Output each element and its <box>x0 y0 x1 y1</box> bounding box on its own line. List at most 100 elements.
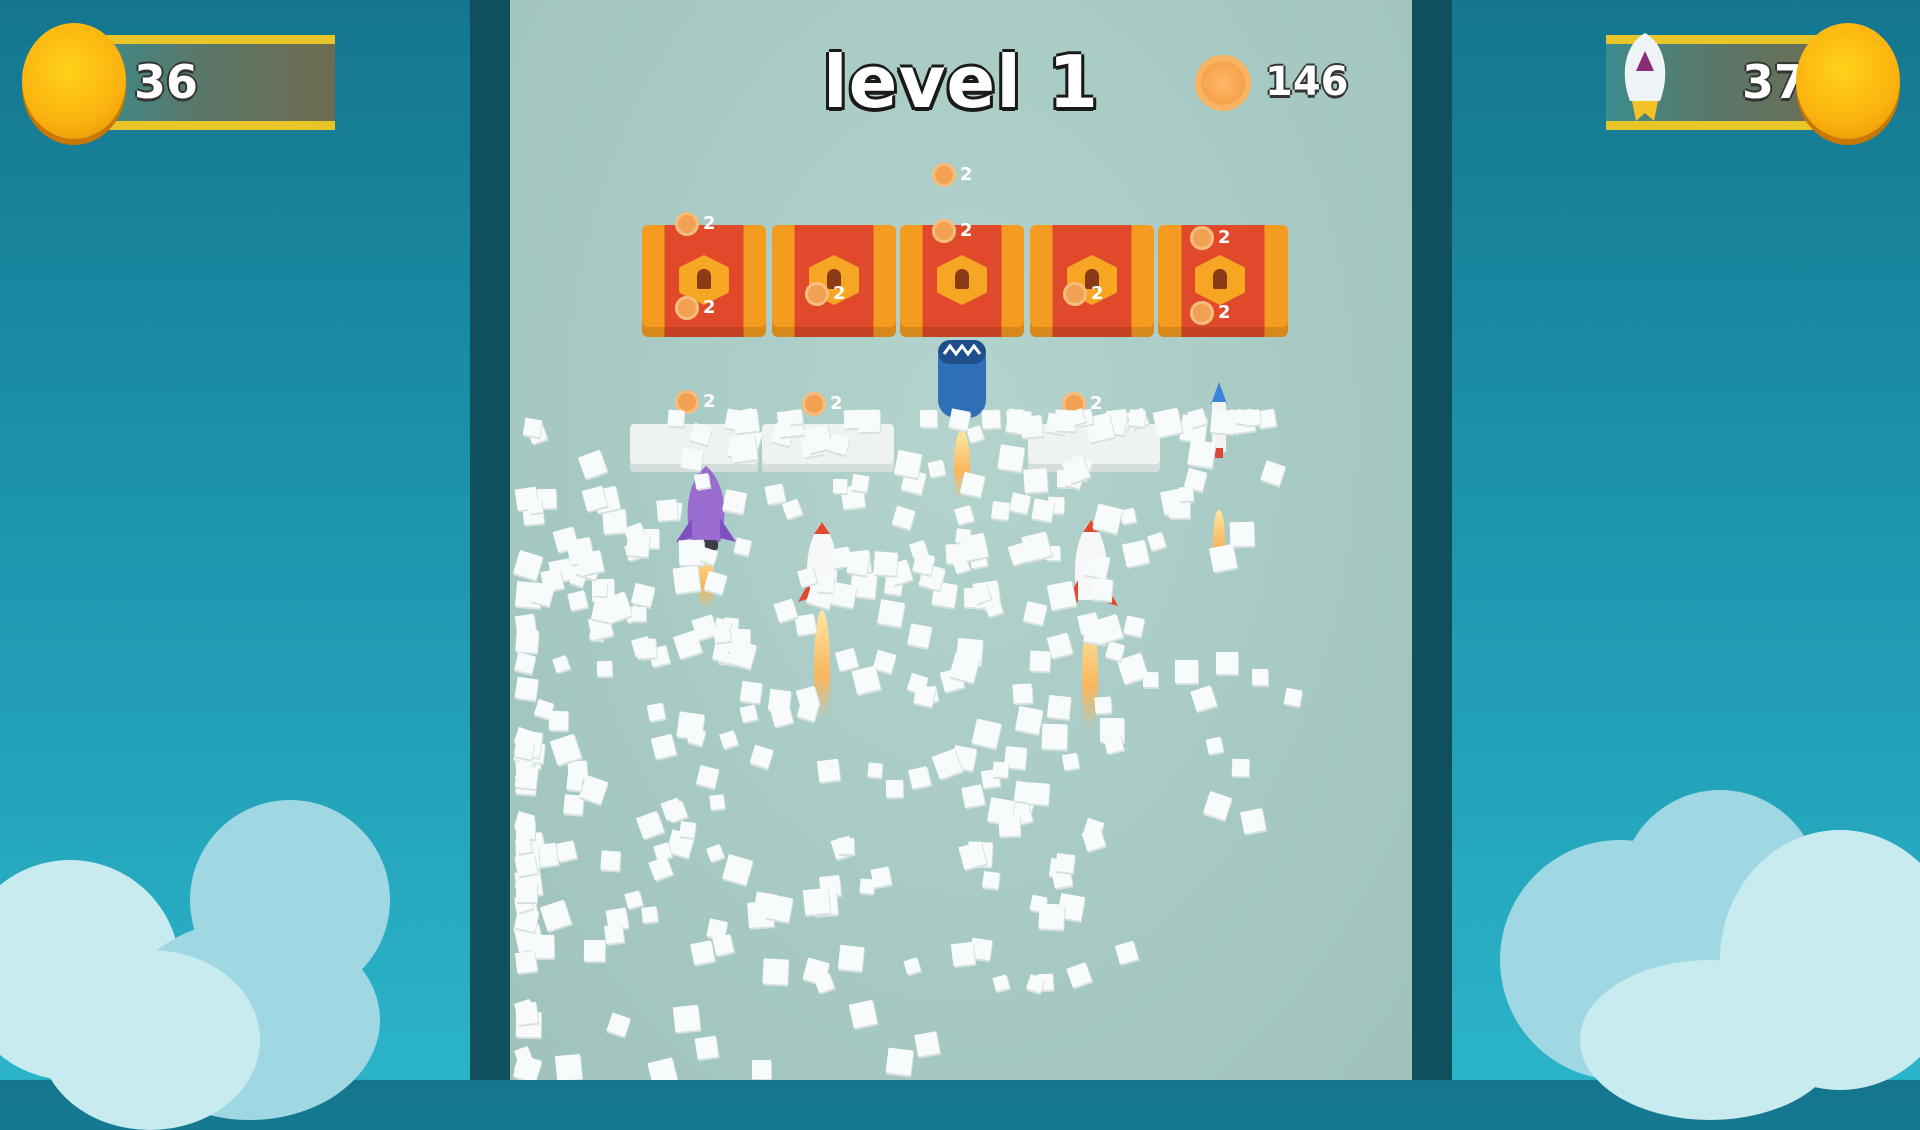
debris-cube <box>907 623 932 649</box>
debris-cube <box>641 906 658 924</box>
debris-cube <box>630 582 656 607</box>
debris-cube <box>1187 439 1217 468</box>
debris-cube <box>786 409 803 425</box>
locked-block[interactable] <box>1030 225 1154 337</box>
debris-cube <box>1178 486 1194 502</box>
debris-cube <box>998 814 1021 837</box>
coin-icon <box>1190 301 1214 325</box>
debris-cube <box>981 409 1001 429</box>
debris-cube <box>1123 615 1145 637</box>
left-rail <box>470 0 510 1080</box>
debris-cube <box>816 759 841 783</box>
debris-cube <box>555 840 577 863</box>
lock-icon <box>937 255 987 305</box>
debris-cube <box>1055 853 1076 874</box>
debris-cube <box>516 819 535 839</box>
debris-cube <box>769 704 794 728</box>
debris-cube <box>877 599 905 628</box>
debris-cube <box>527 498 543 514</box>
coin-icon <box>22 23 126 139</box>
debris-cube <box>1009 492 1032 514</box>
debris-cube <box>1175 659 1199 683</box>
debris-cube <box>1023 468 1048 493</box>
debris-cube <box>624 890 643 909</box>
coin-icon <box>932 219 956 243</box>
debris-cube <box>513 550 543 581</box>
coin-total: 146 <box>1265 59 1349 105</box>
debris-cube <box>1094 696 1112 714</box>
debris-cube <box>514 676 539 701</box>
debris-cube <box>514 765 539 790</box>
debris-cube <box>687 727 706 747</box>
debris-cube <box>1121 540 1149 568</box>
debris-cube <box>867 762 883 778</box>
cloud-left <box>40 950 260 1130</box>
debris-cube <box>514 652 536 674</box>
coin-icon <box>932 163 956 187</box>
debris-cube <box>870 866 892 888</box>
debris-cube <box>516 881 537 903</box>
debris-cube <box>1147 531 1167 551</box>
debris-cube <box>1066 962 1092 988</box>
debris-cube <box>636 638 657 659</box>
debris-cube <box>796 699 820 722</box>
debris-cube <box>696 765 720 789</box>
debris-cube <box>913 1031 940 1058</box>
debris-cube <box>606 1012 631 1037</box>
locked-block[interactable] <box>900 225 1024 337</box>
debris-cube <box>514 739 535 760</box>
debris-cube <box>709 794 726 810</box>
debris-cube <box>672 565 701 594</box>
debris-cube <box>850 473 870 492</box>
debris-cube <box>886 779 904 797</box>
debris-cube <box>752 1060 772 1079</box>
debris-cube <box>514 853 538 877</box>
rocket-badge-icon <box>1624 33 1666 121</box>
left-score-value: 36 <box>134 55 199 109</box>
debris-cube <box>927 459 945 478</box>
debris-cube <box>539 900 572 932</box>
debris-cube <box>1093 613 1124 644</box>
debris-cube <box>961 784 986 808</box>
play-area[interactable]: level 1 146 2 2 2 2 2 2 2 2 2 2 2 <box>510 0 1412 1080</box>
debris-cube <box>583 940 605 962</box>
locked-block[interactable] <box>642 225 766 337</box>
debris-cube <box>992 761 1009 778</box>
debris-cube <box>794 613 817 636</box>
debris-cube <box>1103 732 1124 754</box>
debris-cube <box>762 958 789 985</box>
debris-cube <box>1029 650 1051 672</box>
debris-cube <box>803 888 831 916</box>
debris-cube <box>911 552 935 575</box>
cloud-right <box>1580 960 1840 1120</box>
debris-cube <box>1047 581 1077 611</box>
debris-cube <box>1260 459 1286 486</box>
debris-cube <box>1202 791 1232 821</box>
debris-cube <box>954 504 975 525</box>
debris-cube <box>678 540 705 566</box>
locked-block[interactable] <box>772 225 896 337</box>
debris-cube <box>552 655 570 673</box>
coin-icon <box>805 282 829 306</box>
debris-cube <box>729 434 758 463</box>
debris-cube <box>857 409 881 433</box>
debris-cube <box>885 1048 914 1076</box>
debris-cube <box>694 1035 719 1060</box>
coin-icon <box>1195 55 1251 111</box>
debris-cube <box>1090 578 1113 602</box>
debris-cube <box>721 489 747 514</box>
debris-cube <box>782 498 803 520</box>
debris-cube <box>873 551 899 577</box>
debris-cube <box>873 649 897 674</box>
debris-cube <box>601 509 627 534</box>
debris-cube <box>713 625 732 644</box>
debris-cube <box>981 871 1000 890</box>
debris-cube <box>566 774 583 791</box>
debris-cube <box>514 836 533 855</box>
debris-cube <box>1062 752 1080 771</box>
debris-cube <box>893 449 922 479</box>
debris-cube <box>600 849 621 871</box>
debris-cube <box>997 444 1025 472</box>
debris-cube <box>837 837 854 854</box>
debris-cube <box>631 607 646 622</box>
